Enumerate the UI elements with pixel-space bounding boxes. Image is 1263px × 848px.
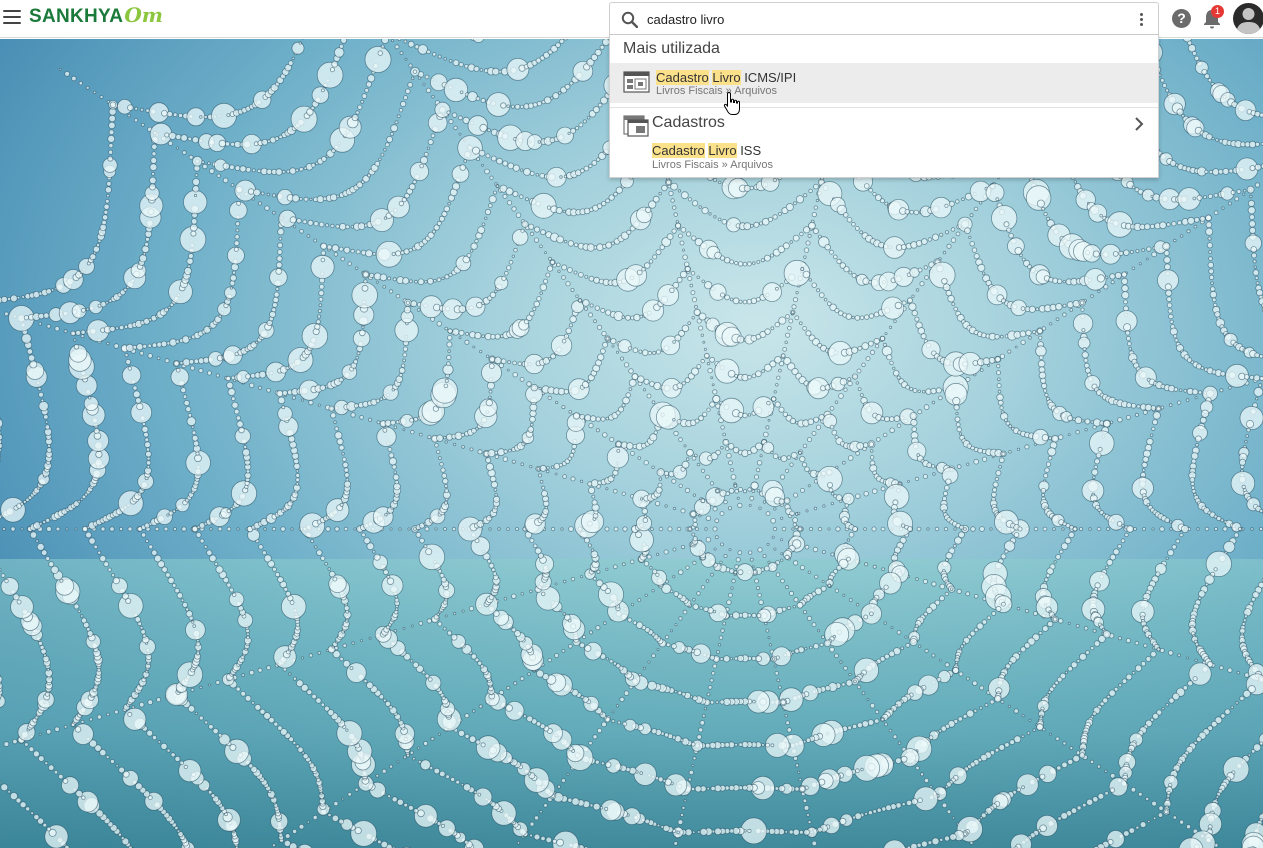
result-title: Cadastro Livro ICMS/IPI xyxy=(656,70,797,85)
result-path: Livros Fiscais » Arquivos xyxy=(656,85,778,97)
hamburger-menu-icon[interactable] xyxy=(3,10,21,26)
search-icon[interactable] xyxy=(621,11,638,28)
window-icon xyxy=(623,115,649,137)
help-icon[interactable]: ? xyxy=(1172,9,1191,28)
kebab-menu-icon[interactable] xyxy=(1140,13,1144,27)
logo-text: SANKHYA xyxy=(29,6,124,27)
global-search: Mais utilizada Cadastro Livro ICMS/IPI L… xyxy=(609,2,1159,178)
user-avatar-icon[interactable] xyxy=(1233,3,1263,34)
divider xyxy=(610,107,1158,108)
search-results-dropdown: Mais utilizada Cadastro Livro ICMS/IPI L… xyxy=(609,35,1159,178)
logo-suffix: Om xyxy=(124,3,163,27)
result-item-cadastro-livro-icms-ipi[interactable]: Cadastro Livro ICMS/IPI Livros Fiscais »… xyxy=(610,63,1158,103)
window-icon xyxy=(623,71,650,93)
result-item-cadastro-livro-iss[interactable]: Cadastro Livro ISS Livros Fiscais » Arqu… xyxy=(610,139,1158,177)
result-title: Cadastro Livro ISS xyxy=(652,143,762,158)
app-logo[interactable]: SANKHYA Om xyxy=(29,4,163,30)
search-input[interactable] xyxy=(647,9,1117,29)
result-path: Livros Fiscais » Arquivos xyxy=(652,159,774,171)
group-label: Cadastros xyxy=(652,114,725,131)
section-title-most-used: Mais utilizada xyxy=(623,40,720,57)
chevron-right-icon[interactable] xyxy=(1134,117,1144,131)
search-box xyxy=(609,2,1159,35)
result-group-cadastros[interactable]: Cadastros xyxy=(610,111,1158,139)
notification-badge: 1 xyxy=(1211,5,1224,18)
